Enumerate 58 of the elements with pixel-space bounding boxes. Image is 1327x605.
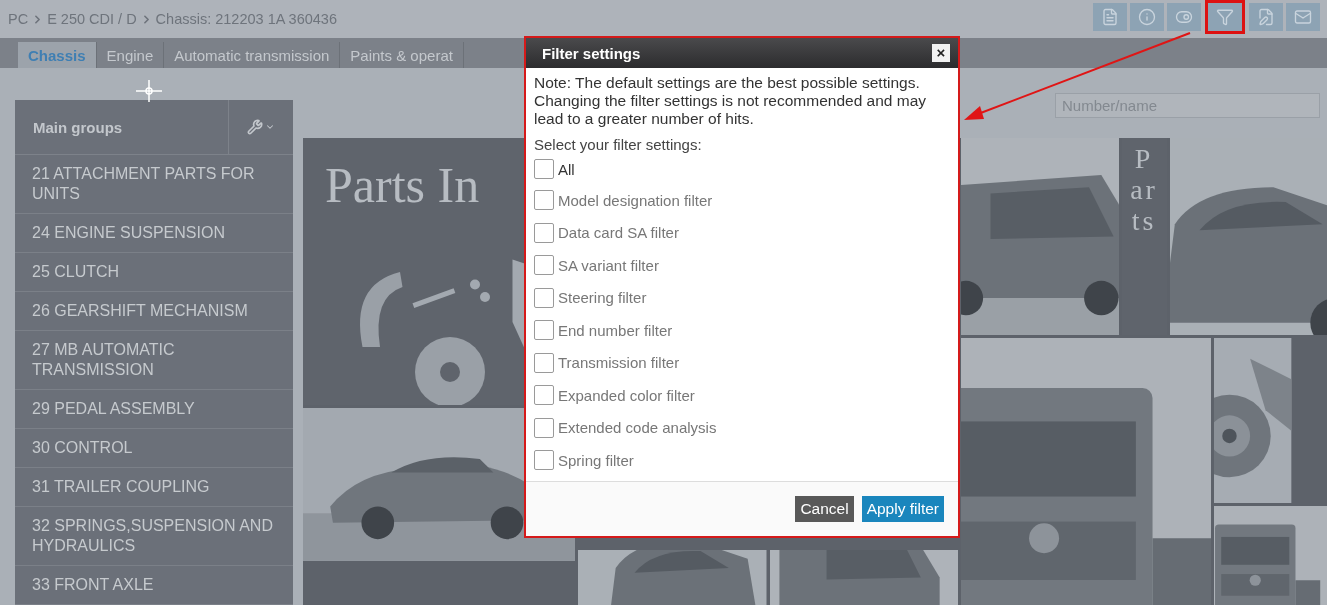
dialog-prompt: Select your filter settings: (534, 136, 703, 154)
checkbox[interactable] (534, 450, 554, 471)
checkbox-label: Steering filter (558, 289, 647, 307)
sidebar-item[interactable]: 33 FRONT AXLE (15, 566, 293, 605)
sidebar-item[interactable]: 31 TRAILER COUPLING (15, 468, 293, 507)
tab[interactable]: Chassis (18, 42, 97, 68)
sidebar-item[interactable]: 29 PEDAL ASSEMBLY (15, 390, 293, 429)
toggle-icon (1175, 8, 1193, 26)
info-icon (1138, 8, 1156, 26)
wrench-icon (247, 119, 263, 135)
checkbox-label: Spring filter (558, 451, 634, 469)
sidebar-item[interactable]: 26 GEARSHIFT MECHANISM (15, 292, 293, 331)
checkbox-label: Transmission filter (558, 354, 680, 372)
sidebar-item[interactable]: 25 CLUTCH (15, 253, 293, 292)
checkbox-label: Data card SA filter (558, 224, 679, 242)
cancel-button[interactable]: Cancel (795, 495, 854, 522)
checkbox-label: Extended code analysis (558, 419, 717, 437)
checkbox[interactable] (534, 287, 554, 308)
banner-side-word: Parts (1130, 144, 1158, 238)
checkbox-label: End number filter (558, 321, 673, 339)
checkbox[interactable] (534, 352, 554, 373)
banner-title: Parts In (325, 156, 480, 214)
document-icon (1101, 8, 1119, 26)
filter-icon (1216, 8, 1234, 26)
checkbox[interactable] (534, 417, 554, 438)
sidebar-item[interactable]: 30 CONTROL (15, 429, 293, 468)
sidebar-item[interactable]: 27 MB AUTOMATIC TRANSMISSION (15, 331, 293, 390)
breadcrumb-item[interactable]: PC (8, 11, 29, 27)
checkbox[interactable] (534, 222, 554, 243)
checkbox-label: Expanded color filter (558, 386, 695, 404)
checkbox[interactable] (534, 255, 554, 276)
sidebar-item[interactable]: 24 ENGINE SUSPENSION (15, 214, 293, 253)
checkbox-label: All (558, 160, 575, 178)
checkbox-label: Model designation filter (558, 191, 713, 209)
breadcrumb-item[interactable]: E 250 CDI / D (47, 11, 137, 27)
apply-button[interactable]: Apply filter (861, 495, 944, 522)
caret-icon (265, 122, 275, 132)
toolbar-button[interactable] (1286, 3, 1320, 31)
checkbox[interactable] (534, 159, 554, 179)
toolbar-button[interactable] (1130, 3, 1164, 31)
sidebar-item[interactable]: 32 SPRINGS,SUSPENSION AND HYDRAULICS (15, 507, 293, 566)
checkbox[interactable] (534, 320, 554, 341)
mail-icon (1294, 8, 1312, 26)
dialog-note: Note: The default settings are the best possible settings. Changing the filter settings is not recommended and may lead to a greater number of hits. (534, 74, 928, 128)
breadcrumb-item[interactable]: Chassis: 212203 1A 360436 (155, 11, 337, 27)
toolbar-button[interactable] (1208, 3, 1242, 31)
checkbox-label: SA variant filter (558, 256, 659, 274)
edit-document-icon (1257, 8, 1275, 26)
checkbox[interactable] (534, 190, 554, 211)
toolbar-button[interactable] (1167, 3, 1201, 31)
toolbar-button[interactable] (1249, 3, 1283, 31)
dialog-title: Filter settings (542, 44, 641, 62)
toolbar-button[interactable] (1093, 3, 1127, 31)
sidebar-title: Main groups (32, 117, 124, 138)
close-button[interactable]: × (932, 44, 950, 62)
checkbox[interactable] (534, 385, 554, 406)
sidebar-item[interactable]: 21 ATTACHMENT PARTS FOR UNITS (15, 155, 293, 214)
crosshair-cursor-icon (136, 80, 162, 102)
